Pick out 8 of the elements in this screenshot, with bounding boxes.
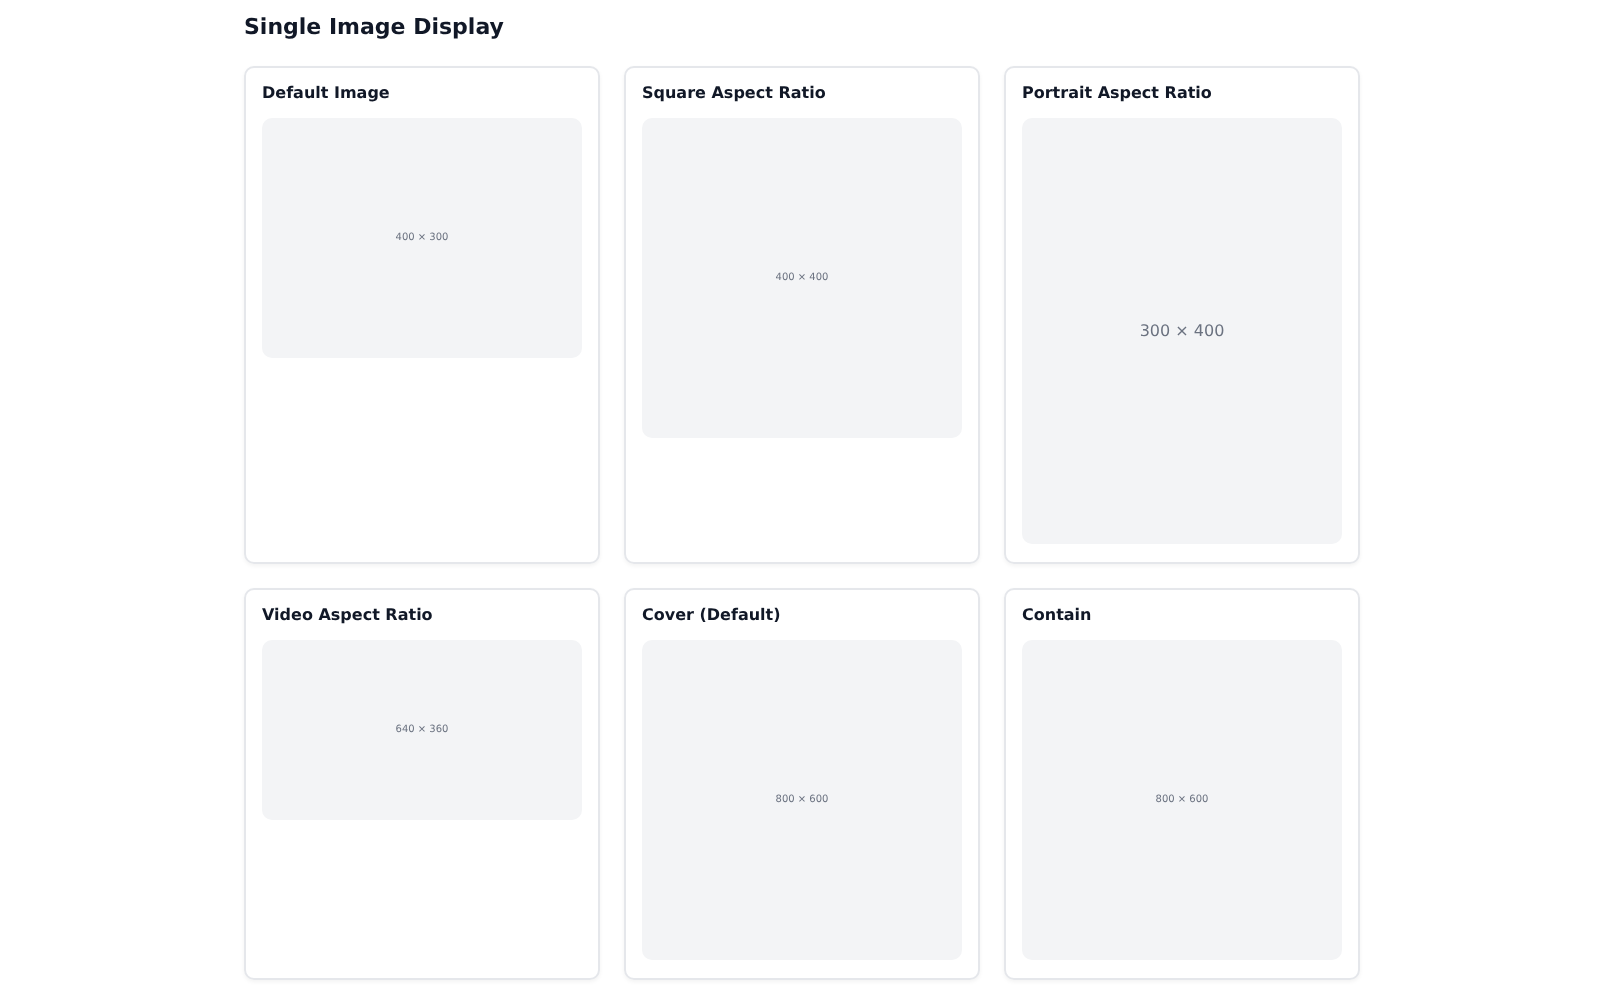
card-title: Portrait Aspect Ratio [1022,84,1212,104]
card-title: Video Aspect Ratio [262,606,433,626]
card-title: Square Aspect Ratio [642,84,826,104]
card-title: Cover (Default) [642,606,781,626]
card-title: Default Image [262,84,390,104]
page-title: Single Image Display [244,14,506,42]
image-size-label: 300 × 400 [1139,322,1225,340]
card-title: Contain [1022,606,1092,626]
